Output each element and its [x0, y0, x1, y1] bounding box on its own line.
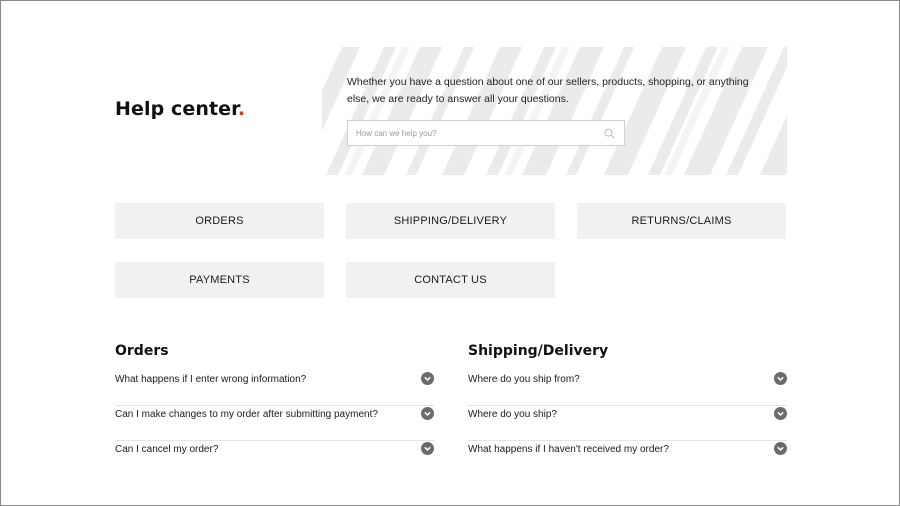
faq-item[interactable]: What happens if I haven't received my or…	[468, 441, 787, 476]
title-accent-dot: .	[237, 98, 246, 120]
faq-orders-section: Orders What happens if I enter wrong inf…	[115, 343, 434, 476]
search-intro-text: Whether you have a question about one of…	[347, 76, 749, 105]
category-shipping-delivery-button[interactable]: SHIPPING/DELIVERY	[346, 203, 555, 239]
faq-question: Can I make changes to my order after sub…	[115, 409, 378, 420]
chevron-down-icon[interactable]	[774, 442, 787, 455]
faq-shipping-heading: Shipping/Delivery	[468, 343, 609, 359]
chevron-down-icon[interactable]	[421, 372, 434, 385]
faq-item[interactable]: Where do you ship?	[468, 406, 787, 441]
faq-question: Can I cancel my order?	[115, 444, 219, 455]
faq-item[interactable]: What happens if I enter wrong informatio…	[115, 371, 434, 406]
faq-shipping-section: Shipping/Delivery Where do you ship from…	[468, 343, 787, 476]
faq-item[interactable]: Can I cancel my order?	[115, 441, 434, 476]
striped-background-pattern	[322, 47, 787, 175]
search-box[interactable]	[347, 120, 625, 146]
page-title-text: Help center	[115, 98, 238, 120]
category-label: CONTACT US	[414, 274, 487, 286]
faq-question: Where do you ship from?	[468, 374, 580, 385]
category-label: SHIPPING/DELIVERY	[393, 215, 508, 227]
faq-item[interactable]: Can I make changes to my order after sub…	[115, 406, 434, 441]
search-input[interactable]	[356, 121, 596, 145]
faq-question: Where do you ship?	[468, 409, 557, 420]
page-title: Help center.	[115, 98, 245, 120]
faq-item[interactable]: Where do you ship from?	[468, 371, 787, 406]
search-panel: Whether you have a question about one of…	[322, 47, 787, 175]
faq-orders-heading: Orders	[115, 343, 169, 359]
faq-question: What happens if I haven't received my or…	[468, 444, 669, 455]
category-label: PAYMENTS	[189, 274, 250, 286]
category-label: ORDERS	[195, 215, 244, 227]
category-contact-us-button[interactable]: CONTACT US	[346, 262, 555, 298]
category-returns-claims-button[interactable]: RETURNS/CLAIMS	[577, 203, 786, 239]
search-icon[interactable]	[604, 128, 615, 139]
chevron-down-icon[interactable]	[774, 372, 787, 385]
category-payments-button[interactable]: PAYMENTS	[115, 262, 324, 298]
chevron-down-icon[interactable]	[421, 407, 434, 420]
category-orders-button[interactable]: ORDERS	[115, 203, 324, 239]
faq-question: What happens if I enter wrong informatio…	[115, 374, 307, 385]
category-label: RETURNS/CLAIMS	[631, 215, 732, 227]
help-center-page: Help center. Whether you have a question…	[0, 0, 900, 506]
chevron-down-icon[interactable]	[774, 407, 787, 420]
chevron-down-icon[interactable]	[421, 442, 434, 455]
